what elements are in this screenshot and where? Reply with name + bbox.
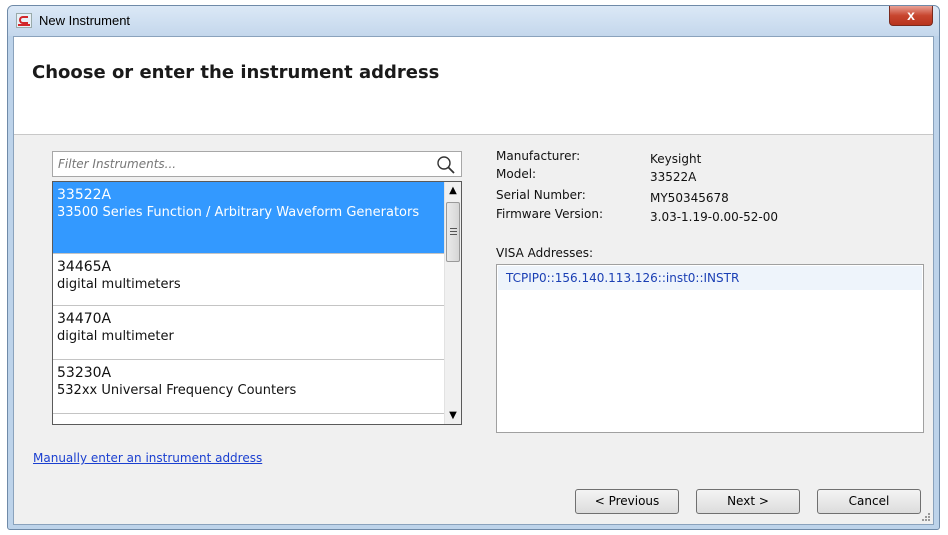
filter-box	[52, 151, 462, 177]
manual-address-link[interactable]: Manually enter an instrument address	[33, 451, 262, 465]
list-item[interactable]: 34465A digital multimeters	[53, 254, 444, 306]
instrument-list-items: 33522A 33500 Series Function / Arbitrary…	[53, 182, 444, 424]
instrument-model: 33522A	[57, 187, 112, 203]
scroll-down-icon[interactable]: ▼	[445, 407, 461, 424]
visa-address-item[interactable]: TCPIP0::156.140.113.126::inst0::INSTR	[498, 266, 922, 290]
list-item[interactable]: 34470A digital multimeter	[53, 306, 444, 360]
previous-button[interactable]: < Previous	[575, 489, 679, 514]
resize-grip-icon[interactable]	[921, 512, 931, 522]
cancel-button[interactable]: Cancel	[817, 489, 921, 514]
dialog-window: New Instrument x Choose or enter the ins…	[7, 5, 940, 530]
list-item[interactable]	[53, 414, 444, 424]
model-value: 33522A	[650, 170, 697, 184]
serial-label: Serial Number:	[496, 188, 586, 202]
body-panel: 33522A 33500 Series Function / Arbitrary…	[14, 135, 933, 524]
model-label: Model:	[496, 167, 537, 181]
dialog-content: Choose or enter the instrument address 3…	[13, 36, 934, 525]
scroll-up-icon[interactable]: ▲	[445, 182, 461, 199]
header-panel: Choose or enter the instrument address	[14, 37, 933, 135]
next-button[interactable]: Next >	[696, 489, 800, 514]
close-button[interactable]: x	[889, 6, 933, 26]
list-item[interactable]: 33522A 33500 Series Function / Arbitrary…	[53, 182, 444, 254]
firmware-label: Firmware Version:	[496, 207, 603, 221]
instrument-model: 34470A	[57, 311, 112, 327]
filter-input[interactable]	[53, 152, 423, 176]
instrument-model: 34465A	[57, 259, 112, 275]
title-bar[interactable]: New Instrument x	[8, 6, 939, 36]
instrument-description: 33500 Series Function / Arbitrary Wavefo…	[57, 205, 420, 220]
instrument-list[interactable]: 33522A 33500 Series Function / Arbitrary…	[52, 181, 462, 425]
visa-address-list[interactable]: TCPIP0::156.140.113.126::inst0::INSTR	[496, 264, 924, 433]
list-scrollbar[interactable]: ▲ ▼	[444, 182, 461, 424]
list-item[interactable]: 53230A 532xx Universal Frequency Counter…	[53, 360, 444, 414]
instrument-model: 53230A	[57, 365, 112, 381]
manufacturer-label: Manufacturer:	[496, 149, 581, 163]
manufacturer-value: Keysight	[650, 152, 702, 166]
serial-value: MY50345678	[650, 191, 729, 205]
window-title: New Instrument	[39, 13, 131, 28]
visa-addresses-label: VISA Addresses:	[496, 246, 594, 260]
page-title: Choose or enter the instrument address	[32, 62, 440, 83]
app-logo-icon	[16, 13, 32, 28]
scroll-thumb[interactable]	[446, 202, 460, 262]
search-icon[interactable]	[436, 155, 456, 175]
instrument-description: digital multimeter	[57, 329, 174, 344]
instrument-description: 532xx Universal Frequency Counters	[57, 383, 297, 398]
firmware-value: 3.03-1.19-0.00-52-00	[650, 210, 779, 224]
instrument-description: digital multimeters	[57, 277, 181, 292]
